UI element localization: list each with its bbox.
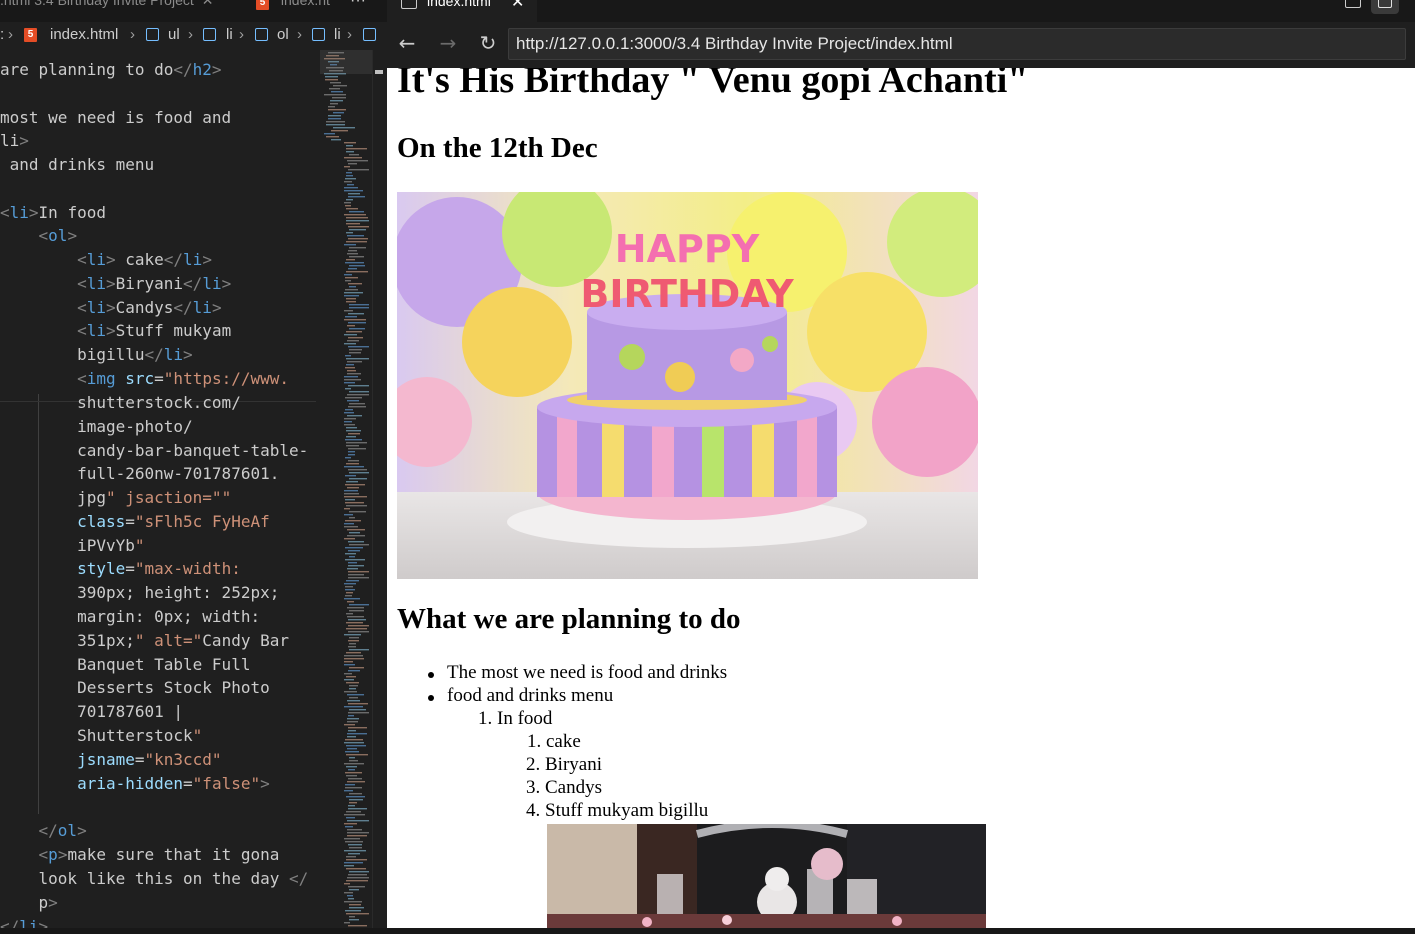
- html5-icon: 5: [256, 0, 269, 10]
- code-line[interactable]: Desserts Stock Photo: [0, 676, 270, 700]
- code-line[interactable]: look like this on the day </: [0, 867, 309, 891]
- preview-icon: [401, 0, 417, 9]
- breadcrumb-item[interactable]: index.html: [50, 26, 118, 43]
- editor-scrollbar[interactable]: [372, 50, 387, 934]
- chevron-right-icon: ›: [130, 26, 135, 43]
- list-item: 2. Biryani: [526, 754, 602, 775]
- breadcrumb-item[interactable]: ol: [277, 26, 289, 43]
- code-line[interactable]: <li> cake</li>: [0, 248, 212, 272]
- more-actions-icon[interactable]: ···: [350, 0, 366, 10]
- code-line[interactable]: <img src="https://www.: [0, 367, 289, 391]
- list-item: food and drinks menu: [447, 685, 614, 706]
- code-line[interactable]: 390px; height: 252px;: [0, 581, 279, 605]
- code-line[interactable]: jsname="kn3ccd": [0, 748, 222, 772]
- list-item: The most we need is food and drinks: [447, 662, 728, 683]
- code-line[interactable]: p>: [0, 891, 58, 915]
- birthday-cake-image: HAPPY BIRTHDAY: [397, 192, 978, 579]
- editor-tab-label: index.ht: [280, 0, 330, 8]
- code-line[interactable]: image-photo/: [0, 415, 193, 439]
- rendered-page: It's His Birthday " Venu gopi Achanti" O…: [387, 68, 1415, 928]
- code-line[interactable]: most we need is food and: [0, 106, 231, 130]
- code-line[interactable]: class="sFlh5c FyHeAf: [0, 510, 270, 534]
- breadcrumb-item[interactable]: :: [0, 26, 4, 43]
- address-bar[interactable]: http://127.0.0.1:3000/3.4 Birthday Invit…: [508, 28, 1406, 60]
- candy-bar-image: [547, 824, 986, 928]
- code-line[interactable]: aria-hidden="false">: [0, 772, 270, 796]
- code-line[interactable]: margin: 0px; width:: [0, 605, 260, 629]
- list-item: 4. Stuff mukyam bigillu: [526, 800, 709, 821]
- forward-arrow-icon[interactable]: →: [435, 30, 461, 56]
- code-text-area[interactable]: are planning to do</h2> most we need is f…: [0, 58, 320, 934]
- chevron-right-icon: ›: [8, 26, 13, 43]
- code-line[interactable]: Banquet Table Full: [0, 653, 250, 677]
- reload-icon[interactable]: ↻: [475, 30, 501, 56]
- editor-tab-label: .html 3.4 Birthday Invite Project: [0, 0, 194, 8]
- minimap[interactable]: [322, 50, 369, 930]
- editor-tab-bar: .html 3.4 Birthday Invite Project ✕ 5 ind…: [0, 0, 387, 22]
- browser-tab-title: index.html: [427, 0, 491, 9]
- code-line[interactable]: <li>Candys</li>: [0, 296, 222, 320]
- simple-browser-pane: index.html ✕ ← → ↻ http://127.0.0.1:3000…: [387, 0, 1415, 934]
- code-line[interactable]: 701787601 |: [0, 700, 183, 724]
- chevron-right-icon: ›: [188, 26, 193, 43]
- code-line[interactable]: jpg" jsaction="": [0, 486, 231, 510]
- minimap-slider[interactable]: [320, 50, 372, 74]
- code-line[interactable]: and drinks menu: [0, 153, 155, 177]
- code-line[interactable]: 351px;" alt="Candy Bar: [0, 629, 289, 653]
- code-line[interactable]: <li>In food: [0, 201, 106, 225]
- code-line[interactable]: Shutterstock": [0, 724, 202, 748]
- code-line[interactable]: <li>Stuff mukyam: [0, 319, 231, 343]
- code-line[interactable]: iPVvYb": [0, 534, 144, 558]
- breadcrumb-item[interactable]: li: [334, 26, 341, 43]
- list-item: 3. Candys: [526, 777, 602, 798]
- code-line[interactable]: shutterstock.com/: [0, 391, 241, 415]
- code-line[interactable]: <li>Biryani</li>: [0, 272, 231, 296]
- breadcrumb: : › 5 index.html › ul › li › ol › li ›: [0, 26, 387, 48]
- code-line[interactable]: bigillu</li>: [0, 343, 193, 367]
- list-item: 1. In food: [478, 708, 553, 729]
- date-heading: On the 12th Dec: [397, 132, 598, 164]
- code-line[interactable]: are planning to do</h2>: [0, 58, 222, 82]
- bullet-icon: [428, 672, 434, 678]
- code-editor-pane[interactable]: .html 3.4 Birthday Invite Project ✕ 5 ind…: [0, 0, 387, 934]
- breadcrumb-item[interactable]: li: [226, 26, 233, 43]
- breadcrumb-item[interactable]: ul: [168, 26, 180, 43]
- code-line[interactable]: li>: [0, 129, 29, 153]
- list-item: 1. cake: [527, 731, 581, 752]
- editor-tab-project[interactable]: .html 3.4 Birthday Invite Project ✕: [0, 0, 214, 16]
- section-heading: What we are planning to do: [397, 603, 741, 635]
- close-icon[interactable]: ✕: [202, 0, 214, 8]
- chevron-right-icon: ›: [347, 26, 352, 43]
- cake-topper-birthday: BIRTHDAY: [580, 272, 794, 316]
- close-icon[interactable]: ✕: [511, 0, 524, 12]
- code-line[interactable]: full-260nw-701787601.: [0, 462, 279, 486]
- page-title: It's His Birthday " Venu gopi Achanti": [397, 68, 1029, 101]
- split-editor-icon[interactable]: [1345, 0, 1361, 8]
- bullet-icon: [428, 695, 434, 701]
- browser-tab-bar: index.html ✕: [387, 0, 1415, 22]
- code-line[interactable]: style="max-width:: [0, 557, 241, 581]
- code-line[interactable]: <p>make sure that it gona: [0, 843, 280, 867]
- code-line[interactable]: <ol>: [0, 224, 78, 248]
- toggle-panel-icon[interactable]: [1371, 0, 1399, 14]
- chevron-right-icon: ›: [239, 26, 244, 43]
- browser-nav-bar: ← → ↻ http://127.0.0.1:3000/3.4 Birthday…: [387, 22, 1415, 68]
- chevron-right-icon: ›: [297, 26, 302, 43]
- status-bar: [0, 928, 1415, 934]
- browser-tab[interactable]: index.html ✕: [387, 0, 537, 22]
- code-line[interactable]: candy-bar-banquet-table-: [0, 439, 308, 463]
- code-line[interactable]: </ol>: [0, 819, 87, 843]
- scrollbar-thumb[interactable]: [375, 70, 383, 74]
- editor-tab-index[interactable]: 5 index.ht: [256, 0, 330, 16]
- back-arrow-icon[interactable]: ←: [394, 30, 420, 56]
- cake-topper-happy: HAPPY: [615, 227, 760, 271]
